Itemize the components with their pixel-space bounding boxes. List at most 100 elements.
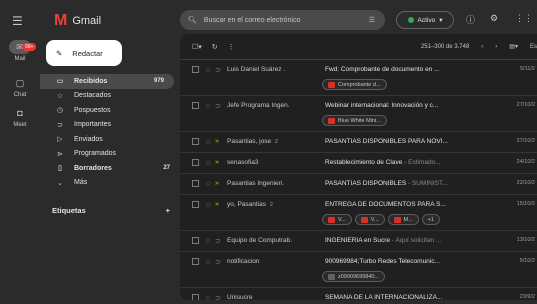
importance-marker-icon[interactable]: » [215,201,227,208]
email-sender: yo, Pasantias 2 [227,201,273,208]
email-row[interactable]: ☆ ⊃ Unisucre SEMANA DE LA INTERNACIONALI… [180,288,537,300]
importance-marker-icon[interactable]: ⊃ [215,294,227,300]
attachment-chip[interactable]: V... [354,214,385,225]
email-subject: INGENIERIA en Sucre - Aquí solicitan ... [325,237,442,244]
row-checkbox[interactable] [192,237,199,244]
status-dot-icon [407,17,414,23]
row-checkbox[interactable] [192,180,199,187]
email-subject: Webinar internacional: Innovación y c... [325,102,439,109]
attachment-chip[interactable]: Blue White Mini... [322,115,387,126]
sidebar-item-borradores[interactable]: ▯ Borradores 27 [40,161,180,176]
search-options-icon[interactable]: ☰ [369,16,375,24]
prev-page-icon[interactable]: ‹ [481,44,483,50]
help-icon[interactable]: ⓘ [466,13,475,26]
chevron-down-icon: ▾ [439,17,443,24]
file-icon [328,216,335,223]
status-dropdown[interactable]: Activo ▾ [396,11,454,29]
email-row[interactable]: ☆ ⊃ Jefe Programa Ingen. Webinar interna… [180,96,537,132]
search-input[interactable]: Buscar en el correo electrónico [204,17,301,24]
rail-meet[interactable]: ◘ Meet [0,106,40,128]
next-page-icon[interactable]: › [495,44,497,50]
page-range: 251–300 de 3.748 [420,43,470,50]
add-label-button[interactable]: + [166,206,170,215]
email-sender: Unisucre [227,294,253,300]
email-row[interactable]: ☆ » Pasantias Ingenieri. PASANTIAS DISPO… [180,174,537,195]
email-row[interactable]: ☆ » senasofia3 Restablecimiento de Clave… [180,153,537,174]
density-icon[interactable]: ▤▾ [509,43,518,50]
star-icon[interactable]: ☆ [205,159,215,167]
importance-marker-icon[interactable]: » [215,138,227,145]
attachment-chip[interactable]: V... [322,214,352,225]
row-checkbox[interactable] [192,294,199,300]
gmail-m-icon: M [54,12,68,29]
star-icon[interactable]: ☆ [205,180,215,188]
gear-icon[interactable]: ⚙ [490,13,498,24]
email-list: ☆ ⊃ Luis Daniel Suárez . Fwd: Comprobant… [180,60,537,300]
email-date: 13/10/2 [516,237,535,243]
file-icon [328,117,335,124]
mail-list-panel: ☐▾ ↻ ⋮ 251–300 de 3.748 ‹ › ▤▾ Es ☆ ⊃ Lu… [180,34,537,300]
attachment-chip[interactable]: z09009699840... [322,271,385,282]
search-bar[interactable]: 🔍︎ Buscar en el correo electrónico ☰ [180,10,385,30]
star-icon[interactable]: ☆ [205,102,215,110]
language-selector[interactable]: Es [530,44,537,50]
star-icon[interactable]: ☆ [205,258,215,266]
more-options-icon[interactable]: ⋮ [228,43,235,51]
main-menu-icon[interactable]: ☰ [12,14,23,28]
email-row[interactable]: ☆ ⊃ notificacion 900969984;Turbo Redes T… [180,252,537,288]
select-all-checkbox[interactable]: ☐▾ [192,43,202,51]
row-checkbox[interactable] [192,138,199,145]
inbox-icon: ▭ [56,78,64,86]
email-date: 22/10/2 [516,180,535,186]
compose-button[interactable]: ✎ Redactar [46,40,122,66]
email-row[interactable]: ☆ » Pasantias, jose 2 PASANTIAS DISPONIB… [180,132,537,153]
rail-chat[interactable]: ▢ Chat [0,76,40,98]
attachment-chip[interactable]: Comprobante d... [322,79,387,90]
attachment-chips: Blue White Mini... [322,115,387,126]
email-date: 5/11/2 [520,66,535,72]
star-icon[interactable]: ☆ [205,66,215,74]
star-icon[interactable]: ☆ [205,294,215,300]
apps-grid-icon[interactable]: ⋮⋮ [515,13,533,24]
file-icon [328,81,335,88]
row-checkbox[interactable] [192,258,199,265]
sidebar-item-programados[interactable]: ⊳ Programados [40,147,180,162]
email-row[interactable]: ☆ ⊃ Luis Daniel Suárez . Fwd: Comprobant… [180,60,537,96]
email-subject: SEMANA DE LA INTERNACIONALIZA... [325,294,443,300]
row-checkbox[interactable] [192,102,199,109]
attachment-chips: V... V... M... +1 [322,214,440,225]
importance-marker-icon[interactable]: ⊃ [215,102,227,110]
more-attachments[interactable]: +1 [421,214,440,225]
importance-marker-icon[interactable]: » [215,159,227,166]
email-subject: PASANTIAS DISPONIBLES - SUMINIST... [325,180,448,187]
star-icon[interactable]: ☆ [205,201,215,209]
sidebar-item-más[interactable]: ⌄ Más [40,176,180,191]
row-checkbox[interactable] [192,159,199,166]
sidebar-item-recibidos[interactable]: ▭ Recibidos 979 [40,74,174,89]
star-icon[interactable]: ☆ [205,237,215,245]
attachment-chips: z09009699840... [322,271,385,282]
refresh-icon[interactable]: ↻ [212,43,218,51]
email-subject: Restablecimiento de Clave - Estimado... [325,159,441,166]
importance-marker-icon[interactable]: ⊃ [215,66,227,74]
star-icon[interactable]: ☆ [205,138,215,146]
gmail-logo[interactable]: M Gmail [54,12,101,30]
file-icon [328,273,335,280]
importance-marker-icon[interactable]: » [215,180,227,187]
row-checkbox[interactable] [192,201,199,208]
chevron-down-icon: ⌄ [57,179,63,187]
unread-badge: 99+ [22,43,37,51]
list-toolbar: ☐▾ ↻ ⋮ 251–300 de 3.748 ‹ › ▤▾ Es [180,34,537,60]
attachment-chip[interactable]: M... [387,214,419,225]
sidebar-item-importantes[interactable]: ⊃ Importantes [40,118,180,133]
thread-count: 2 [274,139,278,145]
email-row[interactable]: ☆ ⊃ Equipo de Computrab. INGENIERIA en S… [180,231,537,252]
sidebar-item-destacados[interactable]: ☆ Destacados [40,89,180,104]
sidebar-item-enviados[interactable]: ▷ Enviados [40,132,180,147]
scheduled-icon: ⊳ [57,150,63,158]
importance-marker-icon[interactable]: ⊃ [215,258,227,266]
email-row[interactable]: ☆ » yo, Pasantias 2 ENTREGA DE DOCUMENTO… [180,195,537,231]
importance-marker-icon[interactable]: ⊃ [215,237,227,245]
row-checkbox[interactable] [192,66,199,73]
sidebar-item-pospuestos[interactable]: ◷ Pospuestos [40,103,180,118]
